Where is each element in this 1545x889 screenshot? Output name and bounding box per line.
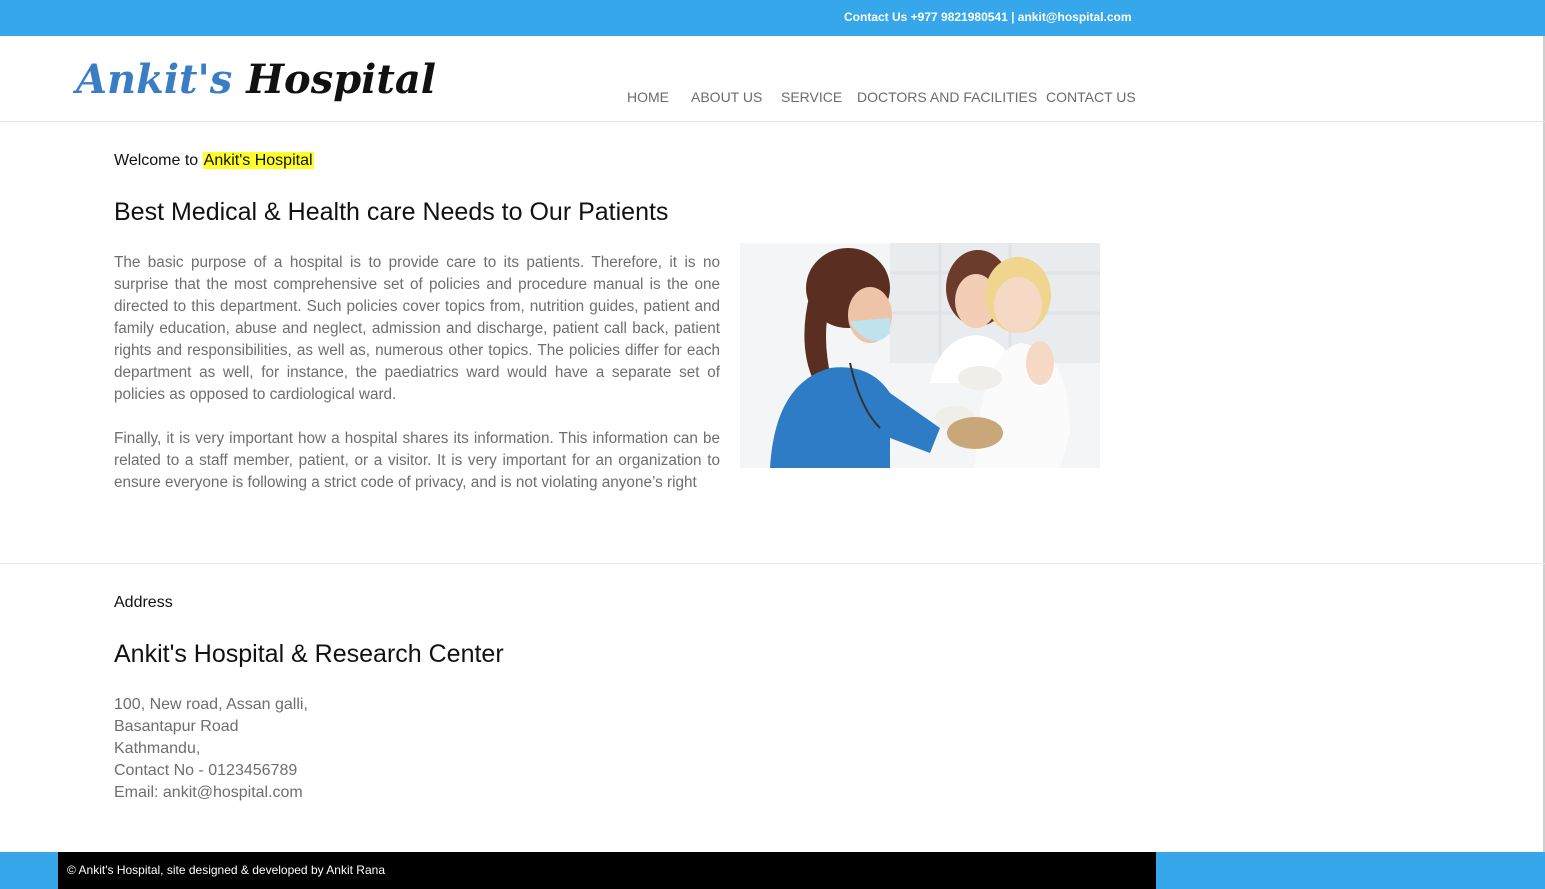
address-label: Address bbox=[114, 594, 173, 611]
address-line-road: Basantapur Road bbox=[114, 718, 239, 735]
nav-service[interactable]: SERVICE bbox=[781, 89, 842, 105]
welcome-prefix: Welcome to bbox=[114, 152, 199, 169]
footer-bar: © Ankit's Hospital, site designed & deve… bbox=[58, 852, 1156, 889]
intro-paragraph-1: The basic purpose of a hospital is to pr… bbox=[114, 254, 720, 403]
nurse-child-photo bbox=[740, 243, 1100, 468]
main-nav: HOME ABOUT US SERVICE DOCTORS AND FACILI… bbox=[0, 89, 1545, 109]
nav-contact-us[interactable]: CONTACT US bbox=[1046, 89, 1136, 105]
address-line-street: 100, New road, Assan galli, bbox=[114, 696, 308, 713]
site-header: Ankit's Hospital HOME ABOUT US SERVICE D… bbox=[0, 36, 1545, 122]
footer-copyright: © Ankit's Hospital, site designed & deve… bbox=[67, 863, 385, 877]
address-line-email: Email: ankit@hospital.com bbox=[114, 784, 303, 801]
top-contact-bar: Contact Us +977 9821980541 | ankit@hospi… bbox=[0, 0, 1545, 36]
photo-illustration bbox=[740, 243, 1100, 468]
nav-home[interactable]: HOME bbox=[627, 89, 669, 105]
intro-paragraph-2: Finally, it is very important how a hosp… bbox=[114, 430, 720, 491]
address-line-phone: Contact No - 0123456789 bbox=[114, 762, 298, 779]
address-line-city: Kathmandu, bbox=[114, 740, 201, 757]
address-heading: Ankit's Hospital & Research Center bbox=[114, 640, 504, 668]
site-footer: © Ankit's Hospital, site designed & deve… bbox=[0, 852, 1545, 889]
welcome-highlight: Ankit's Hospital bbox=[202, 152, 314, 169]
address-block: 100, New road, Assan galli, Basantapur R… bbox=[114, 694, 308, 804]
intro-heading: Best Medical & Health care Needs to Our … bbox=[114, 198, 669, 226]
section-divider bbox=[0, 563, 1545, 564]
welcome-line: Welcome to Ankit's Hospital bbox=[114, 152, 314, 170]
nav-doctors-and-facilities[interactable]: DOCTORS AND FACILITIES bbox=[857, 89, 1037, 105]
topbar-contact-text: Contact Us +977 9821980541 | ankit@hospi… bbox=[844, 10, 1132, 24]
nav-about-us[interactable]: ABOUT US bbox=[691, 89, 762, 105]
